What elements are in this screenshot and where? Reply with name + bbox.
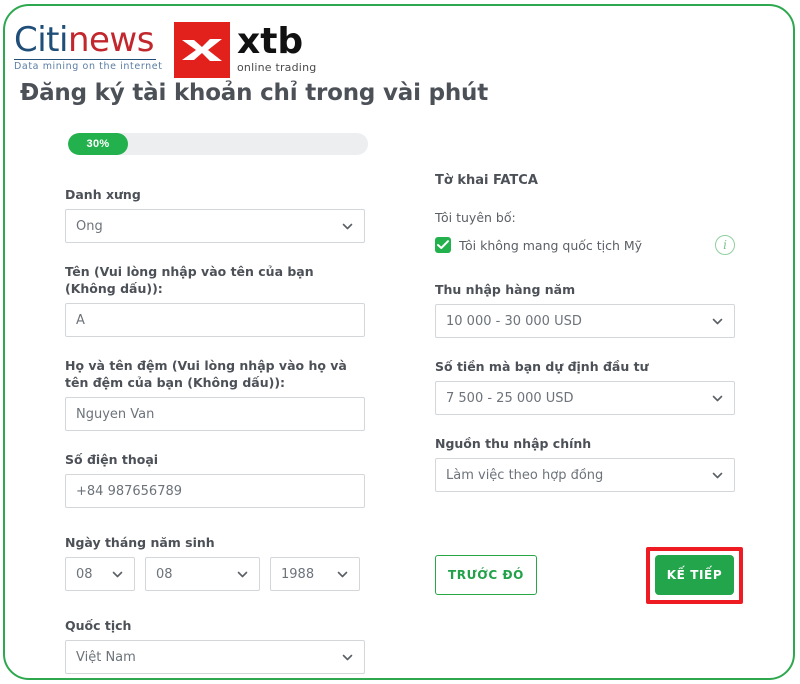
last-name-value: Nguyen Van — [76, 406, 155, 422]
xtb-logo: xtb online trading — [174, 22, 316, 78]
xtb-text-block: xtb online trading — [237, 21, 317, 75]
annual-income-label: Thu nhập hàng năm — [435, 282, 576, 297]
previous-button[interactable]: TRƯỚC ĐÓ — [435, 555, 537, 595]
fatca-checkbox-label: Tôi không mang quốc tịch Mỹ — [459, 237, 643, 253]
xtb-subtitle: online trading — [237, 61, 317, 74]
fatca-heading: Tờ khai FATCA — [435, 173, 538, 188]
birth-month-select[interactable]: 08 — [145, 557, 260, 591]
salutation-value: Ông — [76, 218, 103, 234]
planned-investment-select[interactable]: 7 500 - 25 000 USD — [435, 381, 735, 415]
xtb-x-glyph — [182, 39, 222, 61]
birth-date-label: Ngày tháng năm sinh — [65, 535, 215, 550]
birth-day-value: 08 — [76, 566, 93, 582]
income-source-label: Nguồn thu nhập chính — [435, 436, 592, 451]
chevron-down-icon — [711, 315, 724, 328]
phone-label: Số điện thoại — [65, 452, 159, 467]
nationality-label: Quốc tịch — [65, 618, 132, 633]
citinews-tagline: Data mining on the internet — [14, 61, 163, 72]
fatca-checkbox-row: Tôi không mang quốc tịch Mỹ i — [435, 235, 735, 255]
progress-bar: 30% — [68, 133, 368, 155]
first-name-value: A — [76, 312, 85, 328]
salutation-label: Danh xưng — [65, 187, 141, 202]
header: Citinews Data mining on the internet xtb… — [14, 14, 784, 84]
salutation-select[interactable]: Ông — [65, 209, 365, 243]
fatca-checkbox[interactable] — [435, 237, 451, 253]
chevron-down-icon — [111, 568, 124, 581]
planned-investment-value: 7 500 - 25 000 USD — [446, 390, 574, 406]
fatca-and-financials-column: Tờ khai FATCA Tôi tuyên bố: Tôi không ma… — [435, 172, 735, 492]
next-button[interactable]: KẾ TIẾP — [655, 555, 734, 595]
birth-year-select[interactable]: 1988 — [270, 557, 360, 591]
info-icon[interactable]: i — [715, 235, 735, 255]
form-actions: TRƯỚC ĐÓ KẾ TIẾP — [435, 547, 743, 604]
page-title: Đăng ký tài khoản chỉ trong vài phút — [20, 80, 489, 106]
last-name-input[interactable]: Nguyen Van — [65, 397, 365, 431]
chevron-down-icon — [341, 220, 354, 233]
personal-details-column: Danh xưng Ông Tên (Vui lòng nhập vào tên… — [65, 186, 365, 674]
chevron-down-icon — [711, 469, 724, 482]
income-source-select[interactable]: Làm việc theo hợp đồng — [435, 458, 735, 492]
chevron-down-icon — [236, 568, 249, 581]
check-icon — [437, 240, 449, 249]
citinews-logo: Citinews Data mining on the internet — [14, 22, 164, 72]
income-source-value: Làm việc theo hợp đồng — [446, 467, 604, 483]
chevron-down-icon — [336, 568, 349, 581]
nationality-value: Việt Nam — [76, 649, 136, 665]
xtb-mark-icon — [174, 22, 230, 78]
chevron-down-icon — [341, 651, 354, 664]
registration-page: Citinews Data mining on the internet xtb… — [0, 0, 800, 684]
annual-income-value: 10 000 - 30 000 USD — [446, 313, 582, 329]
progress-bar-fill: 30% — [68, 133, 128, 155]
birth-date-row: 08 08 1988 — [65, 557, 365, 591]
citinews-wordmark: Citinews — [14, 22, 164, 58]
planned-investment-label: Số tiền mà bạn dự định đầu tư — [435, 359, 649, 374]
birth-year-value: 1988 — [281, 566, 315, 582]
first-name-input[interactable]: A — [65, 303, 365, 337]
phone-value: +84 987656789 — [76, 483, 183, 499]
nationality-select[interactable]: Việt Nam — [65, 640, 365, 674]
birth-day-select[interactable]: 08 — [65, 557, 135, 591]
last-name-label: Họ và tên đệm (Vui lòng nhập vào họ và t… — [65, 358, 347, 390]
chevron-down-icon — [711, 392, 724, 405]
citinews-word-secondary: news — [67, 20, 155, 60]
phone-input[interactable]: +84 987656789 — [65, 474, 365, 508]
birth-month-value: 08 — [156, 566, 173, 582]
annual-income-select[interactable]: 10 000 - 30 000 USD — [435, 304, 735, 338]
citinews-word-primary: Citi — [14, 20, 68, 60]
xtb-name: xtb — [237, 21, 304, 62]
progress-percent-label: 30% — [86, 138, 110, 150]
first-name-label: Tên (Vui lòng nhập vào tên của bạn (Khôn… — [65, 264, 314, 296]
fatca-declare-label: Tôi tuyên bố: — [435, 210, 516, 225]
